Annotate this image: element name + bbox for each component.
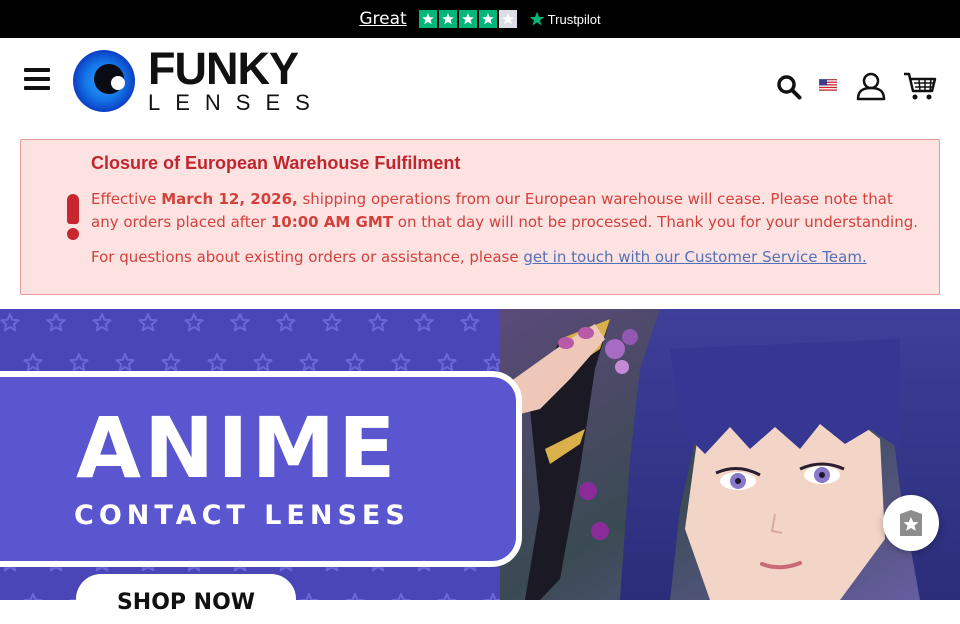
hero-subtitle: CONTACT LENSES xyxy=(74,500,410,531)
notice-contact-text: For questions about existing orders or a… xyxy=(91,248,524,266)
search-icon[interactable] xyxy=(776,74,802,100)
logo-word-funky: FUNKY xyxy=(148,43,299,94)
us-flag-icon[interactable] xyxy=(819,79,837,91)
rewards-button[interactable] xyxy=(883,495,939,551)
site-logo[interactable]: FUNKY LENSES xyxy=(72,43,334,115)
trustpilot-star-icon xyxy=(438,10,457,28)
trustpilot-stars xyxy=(418,10,517,28)
hero-title: ANIME xyxy=(76,399,399,497)
notice-text-1: Effective xyxy=(91,190,162,208)
logo-eye-icon xyxy=(73,50,135,112)
trustpilot-star-icon xyxy=(478,10,497,28)
menu-icon[interactable] xyxy=(24,68,50,90)
notice-body: Effective March 12, 2026, shipping opera… xyxy=(91,188,921,234)
notice-text-3: on that day will not be processed. Thank… xyxy=(393,213,919,231)
trustpilot-bar[interactable]: Great Trustpilot xyxy=(0,0,960,38)
notice-time: 10:00 AM GMT xyxy=(270,213,394,231)
logo-word-lenses: LENSES xyxy=(148,90,325,115)
trustpilot-star-icon xyxy=(529,11,545,26)
cart-icon[interactable] xyxy=(903,71,937,101)
trustpilot-star-icon xyxy=(418,10,437,28)
notice-date: March 12, 2026, xyxy=(161,190,298,208)
hero-model-photo xyxy=(500,309,960,600)
trustpilot-brand[interactable]: Trustpilot xyxy=(529,11,601,27)
shop-now-button[interactable]: SHOP NOW xyxy=(76,574,296,624)
user-icon[interactable] xyxy=(856,71,886,101)
customer-service-link[interactable]: get in touch with our Customer Service T… xyxy=(523,248,866,266)
trustpilot-rating-label[interactable]: Great xyxy=(359,9,406,29)
trustpilot-star-icon xyxy=(498,10,517,28)
warehouse-closure-notice: Closure of European Warehouse Fulfilment… xyxy=(20,139,940,295)
rewards-badge-icon xyxy=(900,510,922,536)
trustpilot-brand-label: Trustpilot xyxy=(547,11,601,27)
notice-title: Closure of European Warehouse Fulfilment xyxy=(91,153,461,173)
notice-contact: For questions about existing orders or a… xyxy=(91,246,867,268)
trustpilot-star-icon xyxy=(458,10,477,28)
exclamation-icon xyxy=(65,194,81,242)
site-header: FUNKY LENSES xyxy=(0,38,960,134)
